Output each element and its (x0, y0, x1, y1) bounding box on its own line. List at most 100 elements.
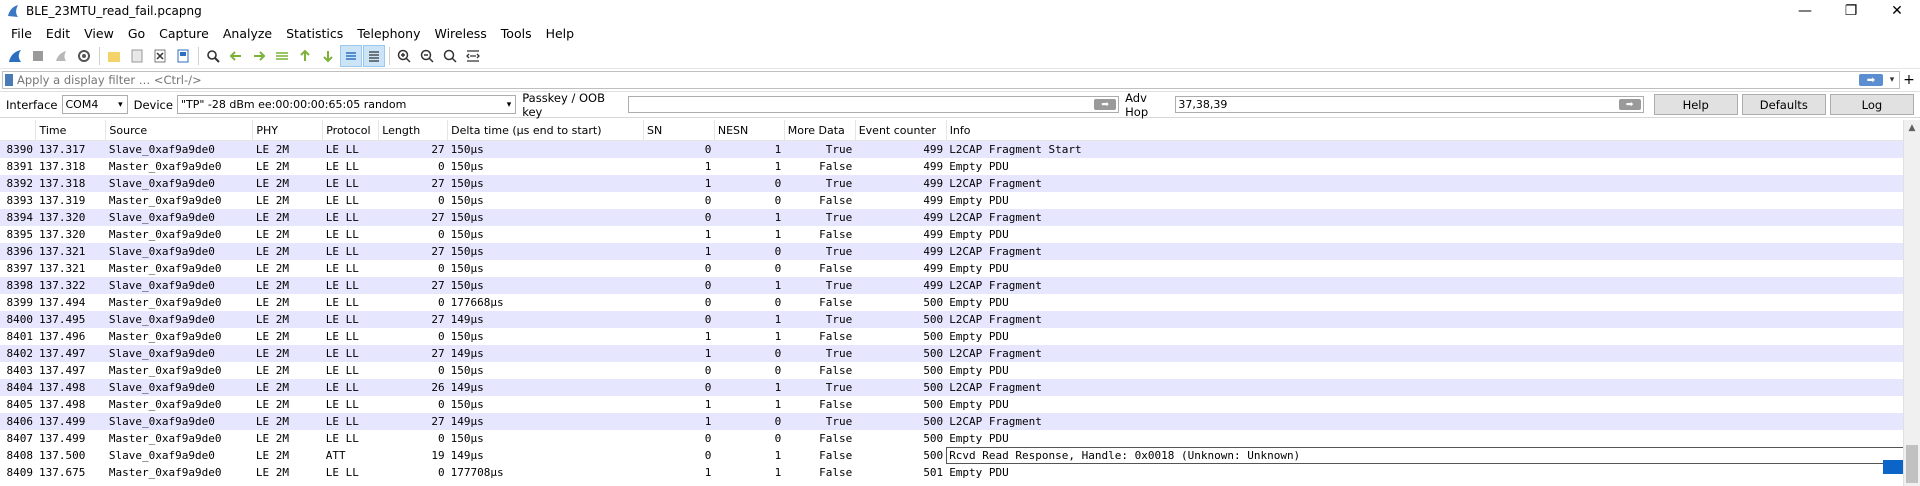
column-header-no[interactable] (0, 120, 37, 141)
cell-source: Master_0xaf9a9de0 (108, 466, 222, 479)
column-header-source[interactable]: Source (105, 120, 254, 141)
packet-row[interactable]: 8394 137.320 Slave_0xaf9a9de0 LE 2M LE LL 27 1… (0, 209, 1904, 226)
packet-row[interactable]: 8409 137.675 Master_0xaf9a9de0 LE 2M LE LL 0 1… (0, 464, 1904, 481)
column-header-more-data[interactable]: More Data (784, 120, 856, 141)
menu-edit[interactable]: Edit (39, 26, 77, 41)
passkey-input[interactable]: ➡ (627, 96, 1120, 113)
help-button[interactable]: Help (1653, 94, 1738, 115)
menu-statistics[interactable]: Statistics (279, 26, 350, 41)
packet-list-scrollbar[interactable]: ▲ (1903, 120, 1920, 486)
menu-analyze[interactable]: Analyze (216, 26, 279, 41)
packet-row[interactable]: 8399 137.494 Master_0xaf9a9de0 LE 2M LE LL 0 1… (0, 294, 1904, 311)
packet-row[interactable]: 8392 137.318 Slave_0xaf9a9de0 LE 2M LE LL 27 1… (0, 175, 1904, 192)
save-file-icon[interactable] (126, 45, 148, 67)
display-filter-input[interactable] (17, 73, 1859, 87)
go-last-icon[interactable] (317, 45, 339, 67)
adv-hop-apply-button[interactable]: ➡ (1618, 99, 1641, 110)
cell-more-data: False (819, 262, 853, 275)
packet-row[interactable]: 8406 137.499 Slave_0xaf9a9de0 LE 2M LE LL 27 1… (0, 413, 1904, 430)
packet-row[interactable]: 8405 137.498 Master_0xaf9a9de0 LE 2M LE LL 0 1… (0, 396, 1904, 413)
add-filter-button[interactable]: + (1900, 72, 1918, 88)
shark-fin-start-icon[interactable] (4, 45, 26, 67)
interface-select[interactable]: COM4 ▾ (61, 95, 128, 114)
close-button[interactable]: ✕ (1874, 0, 1920, 22)
minimize-button[interactable]: — (1782, 0, 1828, 22)
packet-row[interactable]: 8404 137.498 Slave_0xaf9a9de0 LE 2M LE LL 26 1… (0, 379, 1904, 396)
autoscroll-icon[interactable] (340, 45, 362, 67)
cell-protocol: LE LL (325, 381, 359, 394)
apply-filter-button[interactable]: ➡ (1859, 74, 1883, 86)
go-first-icon[interactable] (294, 45, 316, 67)
menu-go[interactable]: Go (121, 26, 152, 41)
adv-hop-input[interactable]: 37,38,39 ➡ (1175, 96, 1644, 113)
column-header-protocol[interactable]: Protocol (322, 120, 380, 141)
packet-row[interactable]: 8398 137.322 Slave_0xaf9a9de0 LE 2M LE LL 27 1… (0, 277, 1904, 294)
cell-no: 8402 (6, 347, 33, 360)
find-icon[interactable] (202, 45, 224, 67)
packet-row[interactable]: 8395 137.320 Master_0xaf9a9de0 LE 2M LE LL 0 1… (0, 226, 1904, 243)
zoom-in-icon[interactable] (393, 45, 415, 67)
log-button[interactable]: Log (1829, 94, 1914, 115)
menu-capture[interactable]: Capture (152, 26, 216, 41)
menu-tools[interactable]: Tools (494, 26, 539, 41)
column-header-nesn[interactable]: NESN (714, 120, 785, 141)
column-header-time[interactable]: Time (35, 120, 107, 141)
device-select[interactable]: "TP" -28 dBm ee:00:00:00:65:05 random ▾ (176, 95, 517, 114)
restore-button[interactable]: ❐ (1828, 0, 1874, 22)
open-folder-icon[interactable] (103, 45, 125, 67)
cell-nesn: 1 (774, 143, 782, 156)
packet-row[interactable]: 8400 137.495 Slave_0xaf9a9de0 LE 2M LE LL 27 1… (0, 311, 1904, 328)
cell-source: Slave_0xaf9a9de0 (108, 381, 215, 394)
menu-help[interactable]: Help (539, 26, 582, 41)
scroll-up-icon[interactable]: ▲ (1904, 120, 1920, 136)
colorize-icon[interactable] (363, 45, 385, 67)
defaults-button[interactable]: Defaults (1741, 94, 1826, 115)
menu-view[interactable]: View (77, 26, 121, 41)
passkey-apply-button[interactable]: ➡ (1094, 99, 1117, 110)
packet-row[interactable]: 8401 137.496 Master_0xaf9a9de0 LE 2M LE LL 0 1… (0, 328, 1904, 345)
packet-row[interactable]: 8403 137.497 Master_0xaf9a9de0 LE 2M LE LL 0 1… (0, 362, 1904, 379)
column-header-phy[interactable]: PHY (252, 120, 324, 141)
cell-protocol: LE LL (325, 330, 359, 343)
packet-row[interactable]: 8397 137.321 Master_0xaf9a9de0 LE 2M LE LL 0 1… (0, 260, 1904, 277)
bookmark-icon[interactable] (5, 74, 13, 86)
options-gear-icon[interactable] (73, 45, 95, 67)
cell-more-data: False (819, 432, 853, 445)
column-header-length[interactable]: Length (378, 120, 449, 141)
packet-row[interactable]: 8391 137.318 Master_0xaf9a9de0 LE 2M LE LL 0 1… (0, 158, 1904, 175)
zoom-out-icon[interactable] (416, 45, 438, 67)
cell-nesn: 0 (774, 296, 782, 309)
cell-more-data: True (825, 143, 853, 156)
display-filter-box: ➡ ▾ (2, 71, 1900, 89)
packet-row[interactable]: 8390 137.317 Slave_0xaf9a9de0 LE 2M LE LL 27 1… (0, 140, 1904, 158)
cell-protocol: LE LL (325, 398, 359, 411)
menu-wireless[interactable]: Wireless (427, 26, 493, 41)
packet-row[interactable]: 8402 137.497 Slave_0xaf9a9de0 LE 2M LE LL 27 1… (0, 345, 1904, 362)
zoom-reset-icon[interactable] (439, 45, 461, 67)
column-header-info[interactable]: Info (946, 120, 1904, 141)
packet-row[interactable]: 8396 137.321 Slave_0xaf9a9de0 LE 2M LE LL 27 1… (0, 243, 1904, 260)
cell-sn: 0 (704, 262, 712, 275)
go-forward-icon[interactable] (248, 45, 270, 67)
column-header-delta-time[interactable]: Delta time (µs end to start) (447, 120, 645, 141)
packet-list[interactable]: Time Source PHY Protocol Length Delta time (µ… (0, 120, 1904, 486)
restart-icon[interactable] (50, 45, 72, 67)
reload-icon[interactable] (172, 45, 194, 67)
go-back-icon[interactable] (225, 45, 247, 67)
filter-dropdown-icon[interactable]: ▾ (1885, 75, 1899, 85)
scrollbar-thumb[interactable] (1906, 445, 1918, 483)
column-header-event-counter[interactable]: Event counter (855, 120, 947, 141)
stop-square-icon[interactable] (27, 45, 49, 67)
close-file-icon[interactable] (149, 45, 171, 67)
packet-row[interactable]: 8408 137.500 Slave_0xaf9a9de0 LE 2M ATT 19 149… (0, 447, 1904, 464)
go-to-packet-icon[interactable] (271, 45, 293, 67)
cell-event-counter: 500 (923, 313, 944, 326)
menu-telephony[interactable]: Telephony (350, 26, 427, 41)
menu-file[interactable]: File (4, 26, 39, 41)
packet-row[interactable]: 8407 137.499 Master_0xaf9a9de0 LE 2M LE LL 0 1… (0, 430, 1904, 447)
resize-columns-icon[interactable] (462, 45, 484, 67)
packet-row[interactable]: 8393 137.319 Master_0xaf9a9de0 LE 2M LE LL 0 1… (0, 192, 1904, 209)
cell-sn: 0 (704, 449, 712, 462)
cell-delta-time: 150µs (450, 245, 484, 258)
column-header-sn[interactable]: SN (643, 120, 715, 141)
